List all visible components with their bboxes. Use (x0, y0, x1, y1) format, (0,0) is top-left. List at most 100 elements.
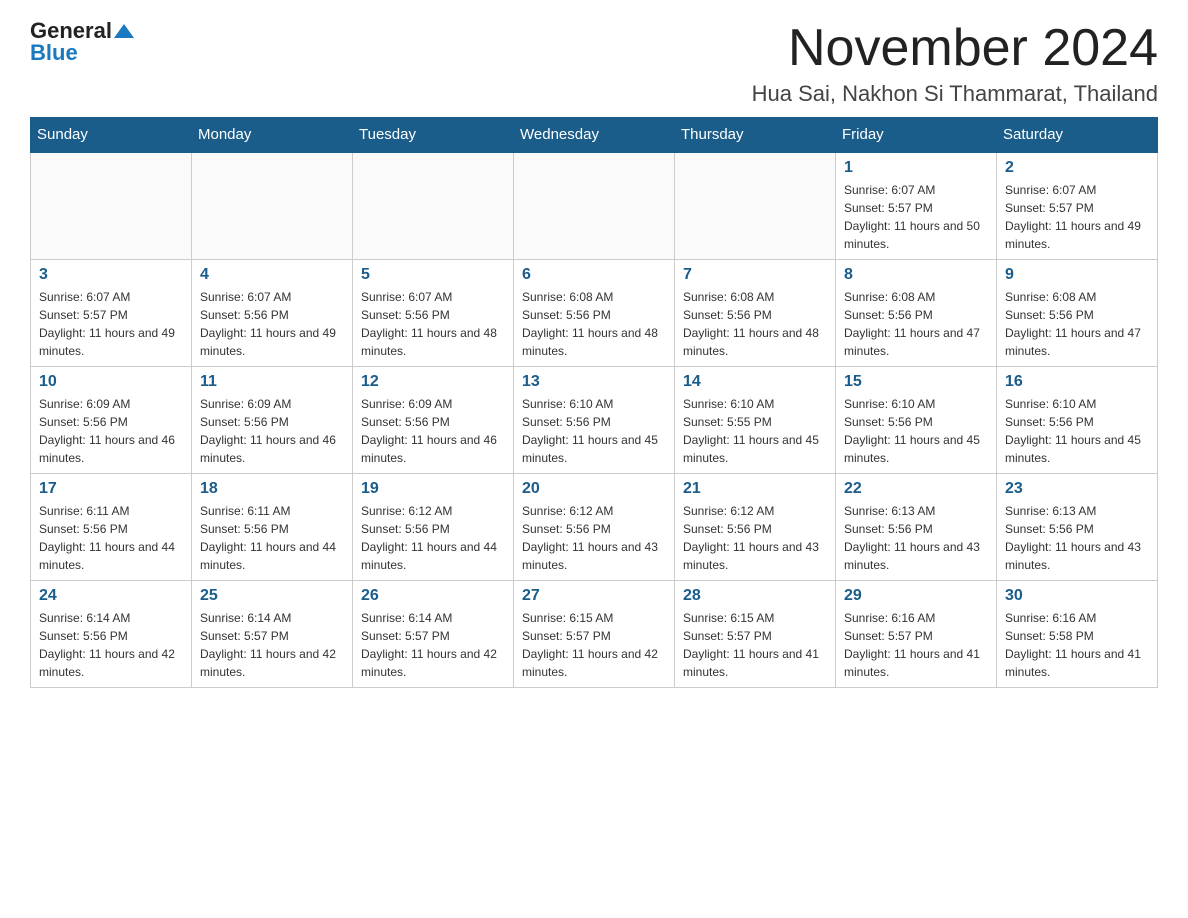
calendar-cell: 8Sunrise: 6:08 AMSunset: 5:56 PMDaylight… (836, 260, 997, 367)
day-info: Sunrise: 6:11 AMSunset: 5:56 PMDaylight:… (200, 502, 344, 574)
calendar-cell: 2 Sunrise: 6:07 AMSunset: 5:57 PMDaylight… (997, 152, 1158, 260)
day-number: 7 (683, 266, 827, 284)
calendar-cell: 13Sunrise: 6:10 AMSunset: 5:56 PMDayligh… (514, 367, 675, 474)
day-number: 2 (1005, 159, 1149, 177)
day-info: Sunrise: 6:15 AMSunset: 5:57 PMDaylight:… (522, 609, 666, 681)
calendar-cell: 10 Sunrise: 6:09 AMSunset: 5:56 PMDayligh… (31, 367, 192, 474)
day-number: 9 (1005, 266, 1149, 284)
calendar-cell: 3Sunrise: 6:07 AMSunset: 5:57 PMDaylight… (31, 260, 192, 367)
day-info: Sunrise: 6:08 AMSunset: 5:56 PMDaylight:… (683, 288, 827, 360)
day-info: Sunrise: 6:15 AMSunset: 5:57 PMDaylight:… (683, 609, 827, 681)
weekday-header-row: SundayMondayTuesdayWednesdayThursdayFrid… (31, 118, 1158, 153)
day-info: Sunrise: 6:07 AMSunset: 5:57 PMDaylight:… (39, 288, 183, 360)
logo-general-text: General (30, 20, 112, 42)
calendar-cell: 4Sunrise: 6:07 AMSunset: 5:56 PMDaylight… (192, 260, 353, 367)
calendar-cell: 15 Sunrise: 6:10 AMSunset: 5:56 PMDayligh… (836, 367, 997, 474)
calendar-week-row: 3Sunrise: 6:07 AMSunset: 5:57 PMDaylight… (31, 260, 1158, 367)
logo-triangle-icon (114, 24, 134, 38)
day-info: Sunrise: 6:14 AMSunset: 5:57 PMDaylight:… (200, 609, 344, 681)
day-number: 22 (844, 480, 988, 498)
calendar-cell: 1 Sunrise: 6:07 AMSunset: 5:57 PMDaylight… (836, 152, 997, 260)
day-number: 8 (844, 266, 988, 284)
day-info: Sunrise: 6:10 AMSunset: 5:56 PMDaylight:… (1005, 395, 1149, 467)
day-info: Sunrise: 6:14 AMSunset: 5:56 PMDaylight:… (39, 609, 183, 681)
calendar-cell: 27 Sunrise: 6:15 AMSunset: 5:57 PMDayligh… (514, 581, 675, 688)
calendar-cell: 18 Sunrise: 6:11 AMSunset: 5:56 PMDayligh… (192, 474, 353, 581)
day-info: Sunrise: 6:16 AMSunset: 5:58 PMDaylight:… (1005, 609, 1149, 681)
day-number: 25 (200, 587, 344, 605)
day-number: 11 (200, 373, 344, 391)
day-number: 14 (683, 373, 827, 391)
calendar-cell (514, 152, 675, 260)
day-info: Sunrise: 6:10 AMSunset: 5:56 PMDaylight:… (844, 395, 988, 467)
calendar-cell: 28Sunrise: 6:15 AMSunset: 5:57 PMDayligh… (675, 581, 836, 688)
day-number: 1 (844, 159, 988, 177)
weekday-header-saturday: Saturday (997, 118, 1158, 153)
day-number: 15 (844, 373, 988, 391)
day-info: Sunrise: 6:09 AMSunset: 5:56 PMDaylight:… (361, 395, 505, 467)
location-title: Hua Sai, Nakhon Si Thammarat, Thailand (752, 81, 1158, 107)
day-number: 6 (522, 266, 666, 284)
day-number: 18 (200, 480, 344, 498)
calendar-cell: 7 Sunrise: 6:08 AMSunset: 5:56 PMDaylight… (675, 260, 836, 367)
calendar-cell: 14 Sunrise: 6:10 AMSunset: 5:55 PMDayligh… (675, 367, 836, 474)
logo: General Blue (30, 20, 134, 64)
day-number: 23 (1005, 480, 1149, 498)
day-info: Sunrise: 6:10 AMSunset: 5:55 PMDaylight:… (683, 395, 827, 467)
calendar-cell: 25 Sunrise: 6:14 AMSunset: 5:57 PMDayligh… (192, 581, 353, 688)
calendar-cell: 24 Sunrise: 6:14 AMSunset: 5:56 PMDayligh… (31, 581, 192, 688)
day-number: 30 (1005, 587, 1149, 605)
calendar-week-row: 1 Sunrise: 6:07 AMSunset: 5:57 PMDaylight… (31, 152, 1158, 260)
day-number: 13 (522, 373, 666, 391)
day-number: 10 (39, 373, 183, 391)
day-info: Sunrise: 6:08 AMSunset: 5:56 PMDaylight:… (522, 288, 666, 360)
calendar-cell: 21 Sunrise: 6:12 AMSunset: 5:56 PMDayligh… (675, 474, 836, 581)
calendar-week-row: 10 Sunrise: 6:09 AMSunset: 5:56 PMDayligh… (31, 367, 1158, 474)
calendar-cell: 17Sunrise: 6:11 AMSunset: 5:56 PMDayligh… (31, 474, 192, 581)
weekday-header-sunday: Sunday (31, 118, 192, 153)
calendar-cell: 20 Sunrise: 6:12 AMSunset: 5:56 PMDayligh… (514, 474, 675, 581)
calendar-cell: 22 Sunrise: 6:13 AMSunset: 5:56 PMDayligh… (836, 474, 997, 581)
logo-blue-text: Blue (30, 42, 78, 64)
calendar-cell: 16 Sunrise: 6:10 AMSunset: 5:56 PMDayligh… (997, 367, 1158, 474)
day-info: Sunrise: 6:13 AMSunset: 5:56 PMDaylight:… (844, 502, 988, 574)
day-info: Sunrise: 6:07 AMSunset: 5:57 PMDaylight:… (1005, 181, 1149, 253)
day-number: 19 (361, 480, 505, 498)
day-number: 5 (361, 266, 505, 284)
calendar-cell (353, 152, 514, 260)
calendar-cell (31, 152, 192, 260)
day-number: 16 (1005, 373, 1149, 391)
day-number: 4 (200, 266, 344, 284)
day-number: 29 (844, 587, 988, 605)
day-info: Sunrise: 6:12 AMSunset: 5:56 PMDaylight:… (361, 502, 505, 574)
day-info: Sunrise: 6:07 AMSunset: 5:57 PMDaylight:… (844, 181, 988, 253)
day-info: Sunrise: 6:12 AMSunset: 5:56 PMDaylight:… (683, 502, 827, 574)
calendar-table: SundayMondayTuesdayWednesdayThursdayFrid… (30, 117, 1158, 688)
weekday-header-friday: Friday (836, 118, 997, 153)
weekday-header-thursday: Thursday (675, 118, 836, 153)
day-number: 21 (683, 480, 827, 498)
day-number: 27 (522, 587, 666, 605)
weekday-header-wednesday: Wednesday (514, 118, 675, 153)
day-info: Sunrise: 6:09 AMSunset: 5:56 PMDaylight:… (200, 395, 344, 467)
day-info: Sunrise: 6:09 AMSunset: 5:56 PMDaylight:… (39, 395, 183, 467)
calendar-cell: 11 Sunrise: 6:09 AMSunset: 5:56 PMDayligh… (192, 367, 353, 474)
day-number: 24 (39, 587, 183, 605)
day-number: 20 (522, 480, 666, 498)
calendar-cell (192, 152, 353, 260)
calendar-cell: 29 Sunrise: 6:16 AMSunset: 5:57 PMDayligh… (836, 581, 997, 688)
day-info: Sunrise: 6:16 AMSunset: 5:57 PMDaylight:… (844, 609, 988, 681)
calendar-cell (675, 152, 836, 260)
day-info: Sunrise: 6:07 AMSunset: 5:56 PMDaylight:… (361, 288, 505, 360)
calendar-cell: 12 Sunrise: 6:09 AMSunset: 5:56 PMDayligh… (353, 367, 514, 474)
day-info: Sunrise: 6:08 AMSunset: 5:56 PMDaylight:… (1005, 288, 1149, 360)
day-info: Sunrise: 6:13 AMSunset: 5:56 PMDaylight:… (1005, 502, 1149, 574)
calendar-cell: 23 Sunrise: 6:13 AMSunset: 5:56 PMDayligh… (997, 474, 1158, 581)
calendar-week-row: 17Sunrise: 6:11 AMSunset: 5:56 PMDayligh… (31, 474, 1158, 581)
calendar-cell: 26Sunrise: 6:14 AMSunset: 5:57 PMDayligh… (353, 581, 514, 688)
page-header: General Blue November 2024 Hua Sai, Nakh… (30, 20, 1158, 107)
day-number: 12 (361, 373, 505, 391)
calendar-cell: 19 Sunrise: 6:12 AMSunset: 5:56 PMDayligh… (353, 474, 514, 581)
calendar-cell: 9 Sunrise: 6:08 AMSunset: 5:56 PMDaylight… (997, 260, 1158, 367)
day-info: Sunrise: 6:12 AMSunset: 5:56 PMDaylight:… (522, 502, 666, 574)
